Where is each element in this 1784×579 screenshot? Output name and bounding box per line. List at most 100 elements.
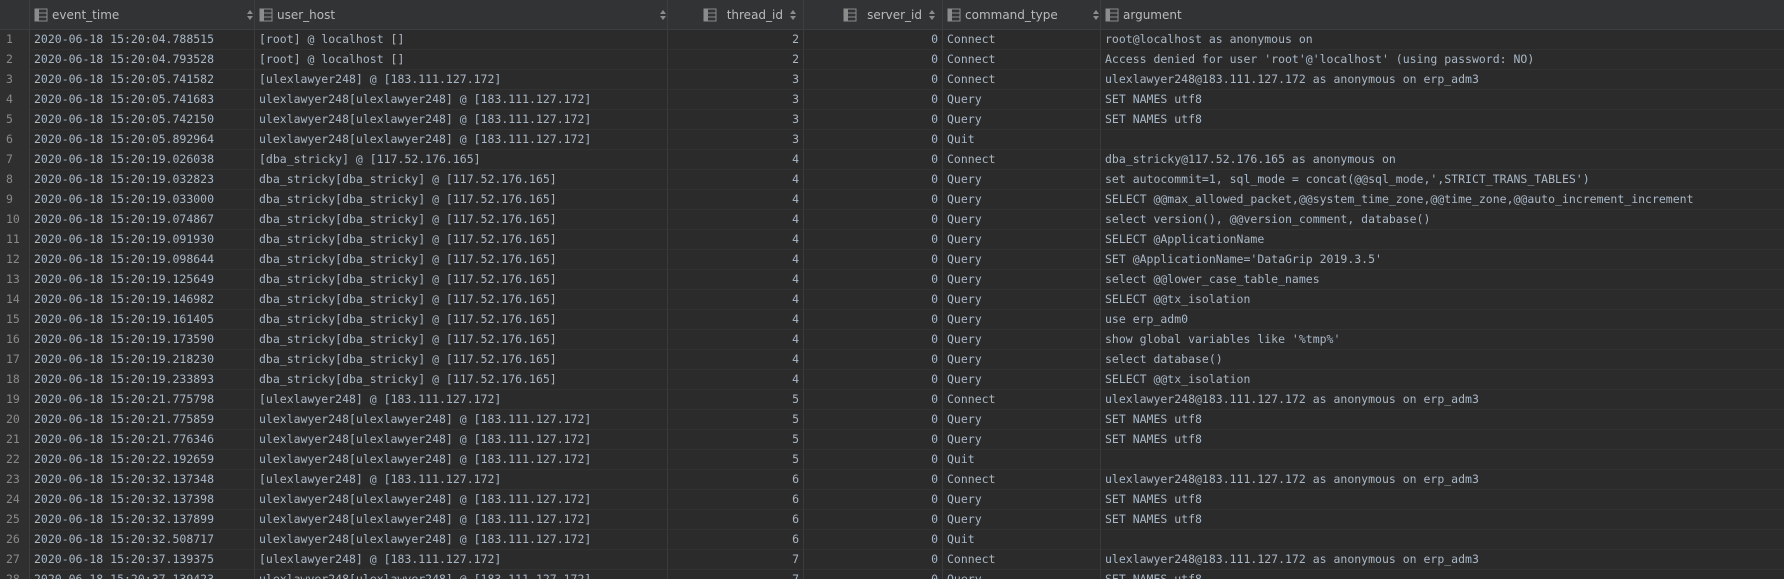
table-row[interactable]: 27 2020-06-18 15:20:37.139375 [ulexlawyer2… [0,550,1784,570]
cell-user-host[interactable]: [root] @ localhost [] [255,30,668,50]
row-number[interactable]: 13 [0,270,30,290]
row-number[interactable]: 20 [0,410,30,430]
column-header-thread-id[interactable]: thread_id [668,0,804,30]
cell-thread-id[interactable]: 5 [668,450,804,470]
table-row[interactable]: 3 2020-06-18 15:20:05.741582 [ulexlawyer24… [0,70,1784,90]
cell-command-type[interactable]: Quit [943,450,1101,470]
table-row[interactable]: 5 2020-06-18 15:20:05.742150 ulexlawyer248… [0,110,1784,130]
cell-thread-id[interactable]: 4 [668,270,804,290]
table-row[interactable]: 18 2020-06-18 15:20:19.233893 dba_stricky[… [0,370,1784,390]
table-row[interactable]: 4 2020-06-18 15:20:05.741683 ulexlawyer248… [0,90,1784,110]
table-row[interactable]: 8 2020-06-18 15:20:19.032823 dba_stricky[d… [0,170,1784,190]
cell-user-host[interactable]: ulexlawyer248[ulexlawyer248] @ [183.111.… [255,510,668,530]
table-row[interactable]: 26 2020-06-18 15:20:32.508717 ulexlawyer24… [0,530,1784,550]
cell-command-type[interactable]: Query [943,430,1101,450]
cell-server-id[interactable]: 0 [804,90,943,110]
row-number[interactable]: 21 [0,430,30,450]
cell-argument[interactable]: SET NAMES utf8 [1101,490,1784,510]
table-row[interactable]: 16 2020-06-18 15:20:19.173590 dba_stricky[… [0,330,1784,350]
sort-updown-icon[interactable] [789,9,797,21]
cell-command-type[interactable]: Quit [943,530,1101,550]
cell-command-type[interactable]: Connect [943,70,1101,90]
cell-command-type[interactable]: Connect [943,390,1101,410]
table-row[interactable]: 13 2020-06-18 15:20:19.125649 dba_stricky[… [0,270,1784,290]
cell-event-time[interactable]: 2020-06-18 15:20:19.032823 [30,170,255,190]
cell-argument[interactable]: Access denied for user 'root'@'localhost… [1101,50,1784,70]
table-row[interactable]: 7 2020-06-18 15:20:19.026038 [dba_stricky]… [0,150,1784,170]
cell-command-type[interactable]: Connect [943,150,1101,170]
cell-argument[interactable]: set autocommit=1, sql_mode = concat(@@sq… [1101,170,1784,190]
sort-updown-icon[interactable] [1092,9,1100,21]
cell-command-type[interactable]: Connect [943,470,1101,490]
table-row[interactable]: 11 2020-06-18 15:20:19.091930 dba_stricky[… [0,230,1784,250]
cell-user-host[interactable]: dba_stricky[dba_stricky] @ [117.52.176.1… [255,270,668,290]
cell-argument[interactable]: SET NAMES utf8 [1101,510,1784,530]
cell-command-type[interactable]: Connect [943,550,1101,570]
sort-updown-icon[interactable] [659,9,667,21]
cell-server-id[interactable]: 0 [804,70,943,90]
cell-command-type[interactable]: Query [943,370,1101,390]
cell-event-time[interactable]: 2020-06-18 15:20:21.775859 [30,410,255,430]
cell-user-host[interactable]: ulexlawyer248[ulexlawyer248] @ [183.111.… [255,570,668,579]
cell-user-host[interactable]: dba_stricky[dba_stricky] @ [117.52.176.1… [255,230,668,250]
table-row[interactable]: 14 2020-06-18 15:20:19.146982 dba_stricky[… [0,290,1784,310]
cell-thread-id[interactable]: 5 [668,390,804,410]
row-number[interactable]: 2 [0,50,30,70]
cell-server-id[interactable]: 0 [804,470,943,490]
row-number[interactable]: 6 [0,130,30,150]
column-header-event-time[interactable]: event_time [30,0,255,30]
cell-thread-id[interactable]: 3 [668,90,804,110]
cell-user-host[interactable]: ulexlawyer248[ulexlawyer248] @ [183.111.… [255,530,668,550]
cell-event-time[interactable]: 2020-06-18 15:20:19.091930 [30,230,255,250]
cell-thread-id[interactable]: 5 [668,430,804,450]
sort-updown-icon[interactable] [246,9,254,21]
cell-command-type[interactable]: Query [943,290,1101,310]
row-number[interactable]: 17 [0,350,30,370]
cell-argument[interactable]: ulexlawyer248@183.111.127.172 as anonymo… [1101,70,1784,90]
cell-server-id[interactable]: 0 [804,350,943,370]
cell-event-time[interactable]: 2020-06-18 15:20:04.793528 [30,50,255,70]
cell-event-time[interactable]: 2020-06-18 15:20:37.139375 [30,550,255,570]
row-number[interactable]: 26 [0,530,30,550]
cell-thread-id[interactable]: 7 [668,570,804,579]
row-number[interactable]: 11 [0,230,30,250]
row-number[interactable]: 1 [0,30,30,50]
cell-event-time[interactable]: 2020-06-18 15:20:05.742150 [30,110,255,130]
table-row[interactable]: 22 2020-06-18 15:20:22.192659 ulexlawyer24… [0,450,1784,470]
cell-argument[interactable] [1101,450,1784,470]
cell-thread-id[interactable]: 4 [668,170,804,190]
cell-argument[interactable]: select @@lower_case_table_names [1101,270,1784,290]
cell-server-id[interactable]: 0 [804,450,943,470]
cell-argument[interactable]: select database() [1101,350,1784,370]
row-number[interactable]: 14 [0,290,30,310]
row-number[interactable]: 3 [0,70,30,90]
row-number[interactable]: 18 [0,370,30,390]
cell-event-time[interactable]: 2020-06-18 15:20:32.137348 [30,470,255,490]
cell-argument[interactable]: SELECT @@tx_isolation [1101,370,1784,390]
row-number[interactable]: 12 [0,250,30,270]
cell-server-id[interactable]: 0 [804,370,943,390]
cell-user-host[interactable]: dba_stricky[dba_stricky] @ [117.52.176.1… [255,170,668,190]
table-row[interactable]: 12 2020-06-18 15:20:19.098644 dba_stricky[… [0,250,1784,270]
cell-thread-id[interactable]: 3 [668,110,804,130]
cell-thread-id[interactable]: 4 [668,370,804,390]
column-header-server-id[interactable]: server_id [804,0,943,30]
cell-thread-id[interactable]: 4 [668,150,804,170]
cell-event-time[interactable]: 2020-06-18 15:20:19.233893 [30,370,255,390]
cell-server-id[interactable]: 0 [804,30,943,50]
cell-thread-id[interactable]: 4 [668,210,804,230]
cell-command-type[interactable]: Query [943,330,1101,350]
cell-event-time[interactable]: 2020-06-18 15:20:19.218230 [30,350,255,370]
table-row[interactable]: 1 2020-06-18 15:20:04.788515 [root] @ loca… [0,30,1784,50]
cell-server-id[interactable]: 0 [804,50,943,70]
cell-thread-id[interactable]: 6 [668,470,804,490]
cell-server-id[interactable]: 0 [804,230,943,250]
cell-user-host[interactable]: dba_stricky[dba_stricky] @ [117.52.176.1… [255,310,668,330]
cell-user-host[interactable]: dba_stricky[dba_stricky] @ [117.52.176.1… [255,250,668,270]
cell-server-id[interactable]: 0 [804,210,943,230]
cell-server-id[interactable]: 0 [804,510,943,530]
column-header-user-host[interactable]: user_host [255,0,668,30]
cell-command-type[interactable]: Query [943,250,1101,270]
row-number[interactable]: 8 [0,170,30,190]
cell-user-host[interactable]: dba_stricky[dba_stricky] @ [117.52.176.1… [255,370,668,390]
